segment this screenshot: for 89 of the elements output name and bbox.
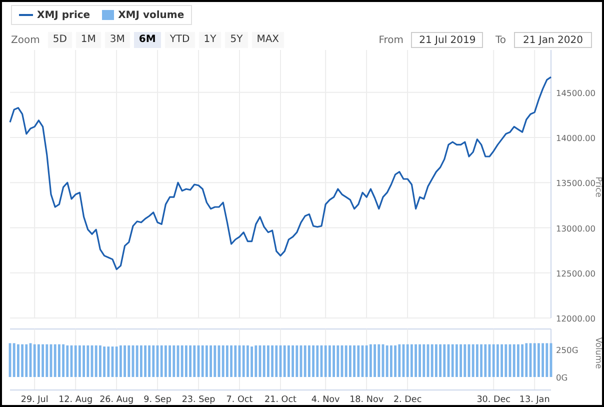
volume-bar — [435, 344, 438, 377]
volume-bar — [370, 344, 372, 377]
volume-bar — [480, 344, 482, 377]
volume-bar — [312, 345, 314, 377]
volume-bar — [500, 344, 503, 377]
axis-label: 12. Aug — [58, 395, 93, 405]
axis-label: 26. Aug — [100, 395, 134, 405]
zoom-button[interactable]: 1Y — [198, 32, 222, 48]
axis-label: 7. Oct — [226, 395, 253, 405]
axis-label: 250G — [556, 345, 578, 356]
zoom-button[interactable]: MAX — [252, 32, 284, 48]
volume-bar — [17, 344, 20, 377]
volume-bar — [82, 345, 85, 377]
volume-bar — [410, 344, 413, 377]
volume-bar — [148, 345, 150, 377]
volume-bar — [308, 345, 310, 377]
volume-bar — [288, 345, 290, 377]
volume-bar — [476, 344, 478, 377]
axis-label: 4. Nov — [311, 395, 340, 405]
volume-bar — [439, 344, 442, 377]
legend-label[interactable]: XMJ volume — [118, 8, 184, 22]
volume-bar — [246, 345, 249, 377]
axis-label: 12000.00 — [556, 314, 596, 324]
legend-label[interactable]: XMJ price — [37, 8, 90, 22]
axis-label: 13. Jan — [519, 395, 550, 405]
volume-bar — [418, 344, 421, 377]
volume-bar — [144, 345, 146, 377]
volume-bar — [58, 344, 60, 377]
volume-bar — [206, 345, 208, 377]
volume-bar — [140, 345, 142, 377]
axis-label: 13000.00 — [556, 223, 596, 234]
volume-bar — [353, 345, 356, 377]
volume-bar — [168, 345, 171, 377]
volume-bar — [542, 343, 544, 377]
volume-bar — [349, 345, 352, 377]
axis-label: 18. Nov — [350, 395, 384, 405]
axis-label: 2. Dec — [393, 395, 422, 405]
volume-bar — [103, 346, 106, 377]
volume-bar — [521, 344, 524, 377]
volume-bar — [21, 344, 24, 377]
volume-bar — [374, 344, 376, 377]
axis-label: 0G — [556, 372, 568, 382]
volume-bar — [390, 345, 392, 377]
axis-label: 14500.00 — [556, 88, 596, 98]
volume-bar — [210, 345, 212, 377]
volume-bar — [164, 345, 167, 377]
zoom-button[interactable]: 1M — [76, 32, 101, 48]
volume-bar — [230, 345, 232, 377]
volume-bar — [456, 344, 458, 377]
axis-label: 29. Jul — [20, 395, 48, 405]
zoom-label: Zoom — [11, 34, 40, 48]
volume-bar — [332, 345, 335, 377]
volume-bar — [120, 345, 122, 377]
volume-bar — [124, 345, 126, 377]
from-label: From — [378, 34, 404, 48]
axis-label: 14000.00 — [556, 133, 596, 144]
volume-bar — [414, 344, 417, 377]
volume-bar — [99, 345, 102, 377]
volume-bar — [271, 345, 274, 377]
volume-bar — [496, 344, 499, 377]
axis-label: 12500.00 — [556, 268, 596, 278]
volume-bar — [185, 345, 188, 377]
volume-bar — [42, 344, 44, 377]
volume-bar — [267, 345, 270, 377]
zoom-button[interactable]: 5D — [48, 32, 72, 48]
zoom-button[interactable]: 6M — [134, 32, 161, 48]
volume-bar — [189, 345, 192, 377]
volume-bar — [78, 345, 81, 377]
axis-label: 30. Dec — [476, 395, 511, 405]
volume-bar — [328, 345, 331, 377]
zoom-button[interactable]: YTD — [164, 32, 195, 48]
volume-bar — [292, 345, 294, 377]
volume-bar — [62, 344, 64, 377]
to-field[interactable]: 21 Jan 2020 — [514, 32, 592, 48]
volume-bar — [394, 345, 396, 377]
volume-bar — [250, 346, 253, 377]
volume-bar — [538, 343, 540, 377]
volume-bar — [226, 345, 228, 377]
axis-label: 13500.00 — [556, 178, 596, 188]
from-field[interactable]: 21 Jul 2019 — [411, 32, 484, 48]
zoom-button[interactable]: 5Y — [225, 32, 248, 48]
axis-label: 23. Sep — [182, 395, 216, 405]
volume-bar — [460, 344, 462, 377]
volume-bar — [517, 344, 520, 377]
to-label: To — [495, 34, 506, 48]
zoom-button[interactable]: 3M — [104, 32, 130, 48]
axis-label: 9. Sep — [144, 395, 172, 405]
axis-label: 21. Oct — [264, 395, 296, 405]
volume-bar — [38, 344, 40, 377]
